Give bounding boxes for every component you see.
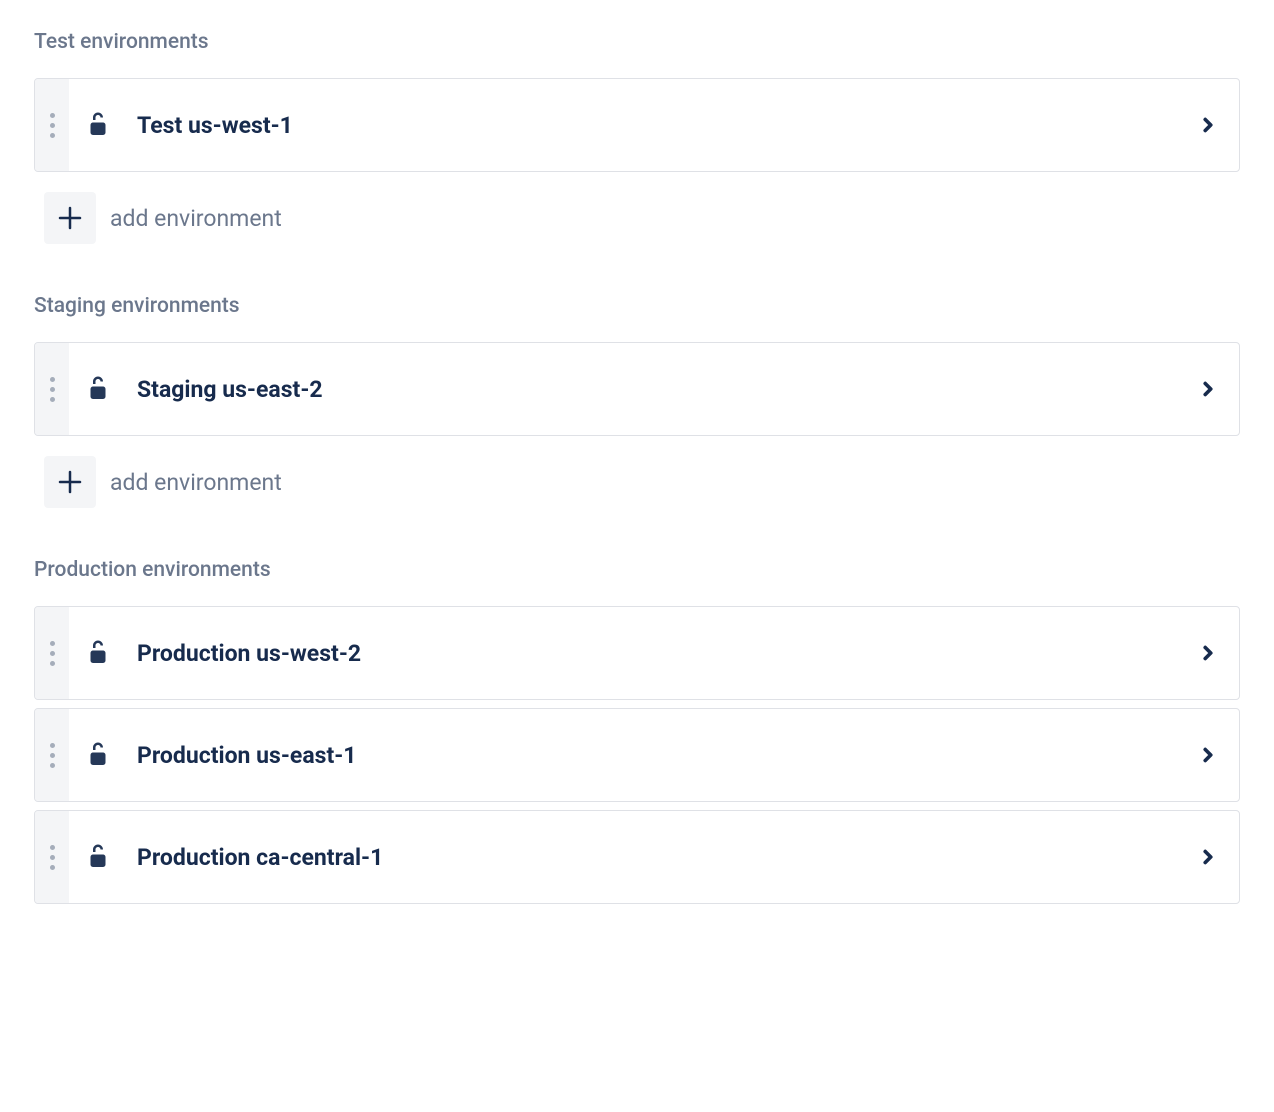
drag-handle[interactable] xyxy=(35,709,69,801)
environment-row[interactable]: Production us-west-2 xyxy=(69,607,1239,699)
section-title: Production environments xyxy=(34,558,1240,582)
add-environment-label: add environment xyxy=(110,205,282,232)
drag-handle[interactable] xyxy=(35,811,69,903)
environment-card: Production us-east-1 xyxy=(34,708,1240,802)
environment-row[interactable]: Production ca-central-1 xyxy=(69,811,1239,903)
unlocked-icon xyxy=(83,374,113,404)
environment-card: Test us-west-1 xyxy=(34,78,1240,172)
environment-name: Production us-west-2 xyxy=(137,640,1197,667)
environment-name: Production us-east-1 xyxy=(137,742,1197,769)
drag-handle-icon xyxy=(50,641,55,666)
environment-card: Production us-west-2 xyxy=(34,606,1240,700)
section-title: Test environments xyxy=(34,30,1240,54)
chevron-right-icon xyxy=(1197,114,1219,136)
chevron-right-icon xyxy=(1197,744,1219,766)
unlocked-icon xyxy=(83,638,113,668)
environment-name: Production ca-central-1 xyxy=(137,844,1197,871)
drag-handle-icon xyxy=(50,743,55,768)
unlocked-icon xyxy=(83,740,113,770)
test-environments-section: Test environments Test us-west-1 xyxy=(34,30,1240,244)
environment-name: Staging us-east-2 xyxy=(137,376,1197,403)
add-environment-label: add environment xyxy=(110,469,282,496)
environment-row[interactable]: Production us-east-1 xyxy=(69,709,1239,801)
environment-name: Test us-west-1 xyxy=(137,112,1197,139)
unlocked-icon xyxy=(83,110,113,140)
plus-icon xyxy=(44,192,96,244)
section-title: Staging environments xyxy=(34,294,1240,318)
production-environments-section: Production environments Production us-we… xyxy=(34,558,1240,904)
unlocked-icon xyxy=(83,842,113,872)
drag-handle[interactable] xyxy=(35,343,69,435)
staging-environments-section: Staging environments Staging us-east-2 xyxy=(34,294,1240,508)
drag-handle-icon xyxy=(50,113,55,138)
add-environment-button[interactable]: add environment xyxy=(34,456,1240,508)
environment-card: Production ca-central-1 xyxy=(34,810,1240,904)
drag-handle-icon xyxy=(50,845,55,870)
environment-card: Staging us-east-2 xyxy=(34,342,1240,436)
add-environment-button[interactable]: add environment xyxy=(34,192,1240,244)
drag-handle[interactable] xyxy=(35,607,69,699)
chevron-right-icon xyxy=(1197,642,1219,664)
drag-handle[interactable] xyxy=(35,79,69,171)
plus-icon xyxy=(44,456,96,508)
chevron-right-icon xyxy=(1197,378,1219,400)
environment-row[interactable]: Test us-west-1 xyxy=(69,79,1239,171)
environment-row[interactable]: Staging us-east-2 xyxy=(69,343,1239,435)
chevron-right-icon xyxy=(1197,846,1219,868)
drag-handle-icon xyxy=(50,377,55,402)
